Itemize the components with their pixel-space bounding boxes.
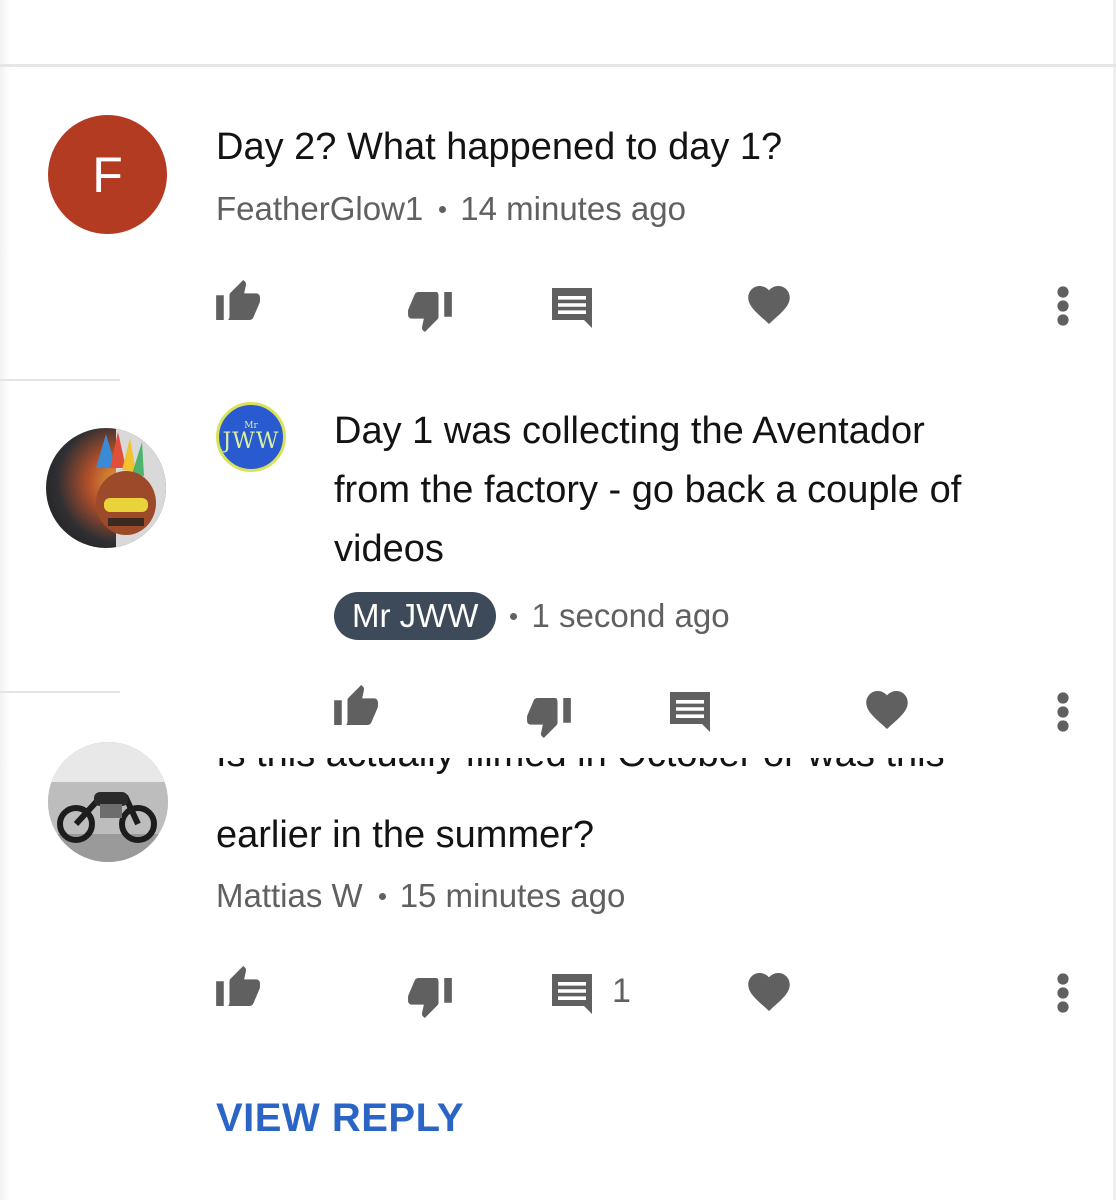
- more-vert-icon[interactable]: [1056, 286, 1070, 326]
- thumb-up-icon[interactable]: [216, 280, 262, 320]
- heart-icon[interactable]: [748, 286, 790, 324]
- avatar-mr-jww[interactable]: Mr JWW: [216, 402, 286, 472]
- thumb-up-icon[interactable]: [216, 966, 262, 1006]
- reply-time: 1 second ago: [531, 597, 730, 634]
- thumb-down-icon[interactable]: [525, 698, 571, 738]
- avatar-mattias-w[interactable]: [48, 742, 168, 862]
- comment-text-clipped-line: Is this actually filmed in October or wa…: [216, 758, 1026, 794]
- meta-separator-dot: [439, 205, 447, 213]
- reply-count: 1: [612, 972, 631, 1010]
- comment-divider: [0, 379, 120, 381]
- view-reply-button[interactable]: VIEW REPLY: [216, 1096, 464, 1141]
- avatar-featherglow1[interactable]: F: [48, 115, 167, 234]
- comment-divider: [0, 691, 120, 693]
- reply-text-line-1: Day 1 was collecting the Aventador: [334, 410, 925, 452]
- comment-text: earlier in the summer?: [216, 814, 595, 856]
- reply-text-line-2: from the factory - go back a couple of: [334, 469, 962, 511]
- avatar-photo-art: [96, 428, 166, 548]
- comment-text: Day 2? What happened to day 1?: [216, 126, 783, 168]
- comment-text-clipped: Is this actually filmed in October or wa…: [216, 758, 945, 784]
- comment-author[interactable]: FeatherGlow1: [216, 190, 423, 228]
- thumb-up-icon[interactable]: [334, 685, 380, 725]
- avatar-letter: F: [92, 146, 123, 203]
- comment-author[interactable]: Mattias W: [216, 877, 363, 915]
- thumb-down-icon[interactable]: [406, 978, 452, 1018]
- avatar-photo-art: [48, 742, 168, 862]
- meta-separator-dot: [378, 892, 386, 900]
- thumb-down-icon[interactable]: [406, 292, 452, 332]
- heart-icon[interactable]: [866, 691, 908, 729]
- more-vert-icon[interactable]: [1056, 973, 1070, 1013]
- avatar-thread-user[interactable]: [46, 428, 166, 548]
- left-edge-shadow: [0, 0, 10, 1200]
- channel-owner-badge[interactable]: Mr JWW: [334, 592, 497, 640]
- reply-icon[interactable]: [552, 288, 592, 328]
- reply-icon[interactable]: [670, 692, 710, 732]
- reply-icon[interactable]: [552, 974, 592, 1014]
- reply-text-line-3: videos: [334, 528, 444, 570]
- avatar-logo-text: JWW: [222, 428, 280, 454]
- comment-time: 14 minutes ago: [460, 190, 686, 227]
- comment-meta: Mattias W 15 minutes ago: [216, 877, 625, 915]
- comment-meta: FeatherGlow1 14 minutes ago: [216, 190, 686, 228]
- more-vert-icon[interactable]: [1056, 692, 1070, 732]
- meta-separator-dot: [510, 612, 518, 620]
- top-divider: [0, 64, 1116, 67]
- comment-time: 15 minutes ago: [399, 877, 626, 914]
- reply-meta: Mr JWW 1 second ago: [334, 592, 730, 640]
- heart-icon[interactable]: [748, 973, 790, 1011]
